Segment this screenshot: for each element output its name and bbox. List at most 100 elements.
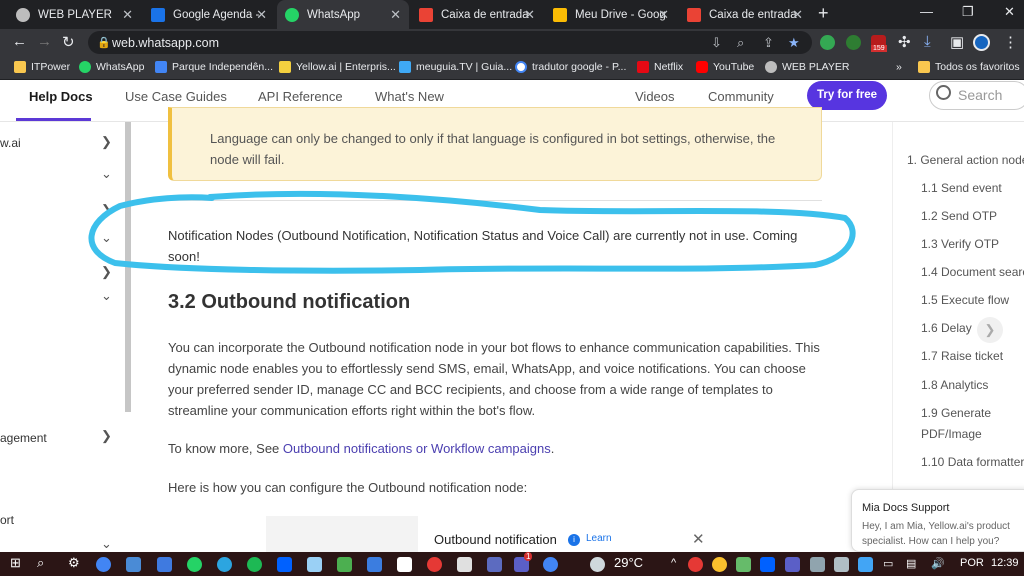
- tab-close-icon[interactable]: ✕: [792, 7, 803, 23]
- bookmark-itpower[interactable]: ITPower: [14, 61, 70, 73]
- toc-item[interactable]: 1. General action nodes: [907, 150, 1024, 171]
- install-app-icon[interactable]: ⇩: [711, 35, 722, 51]
- language-indicator[interactable]: POR: [960, 557, 984, 569]
- sidebar-item-label[interactable]: w.ai: [0, 136, 21, 150]
- nav-use-case-guides[interactable]: Use Case Guides: [125, 89, 227, 104]
- sidebar-item-label[interactable]: agement: [0, 431, 47, 445]
- toc-item[interactable]: 1.3 Verify OTP: [921, 234, 999, 255]
- app-icon[interactable]: [397, 557, 412, 572]
- settings-gear-icon[interactable]: ⚙: [68, 555, 80, 571]
- bookmark-all-favorites[interactable]: Todos os favoritos: [918, 61, 1020, 73]
- bookmark-parque[interactable]: Parque Independên...: [155, 61, 273, 73]
- tab-gmail-inbox-2[interactable]: Caixa de entrada ( ✕: [679, 0, 811, 29]
- telegram-icon[interactable]: [217, 557, 232, 572]
- app-icon[interactable]: [337, 557, 352, 572]
- share-icon[interactable]: ⇪: [763, 35, 774, 51]
- bookmark-tradutor[interactable]: tradutor google - P...: [515, 61, 626, 73]
- toc-item[interactable]: 1.8 Analytics: [921, 375, 988, 396]
- tray-icon[interactable]: [834, 557, 849, 572]
- chat-widget[interactable]: Mia Docs Support Hey, I am Mia, Yellow.a…: [851, 489, 1024, 552]
- toc-item[interactable]: PDF/Image: [921, 424, 982, 445]
- toc-item[interactable]: 1.4 Document search: [921, 262, 1024, 283]
- new-tab-button[interactable]: +: [818, 3, 829, 24]
- tray-icon[interactable]: [858, 557, 873, 572]
- back-icon[interactable]: ←: [12, 33, 27, 50]
- tab-google-agenda[interactable]: Google Agenda - S ✕: [143, 0, 275, 29]
- chrome-icon[interactable]: [96, 557, 111, 572]
- app-icon[interactable]: [126, 557, 141, 572]
- nav-help-docs[interactable]: Help Docs: [29, 89, 93, 104]
- tab-close-icon[interactable]: ✕: [122, 7, 133, 23]
- forward-icon[interactable]: →: [37, 33, 52, 50]
- tab-close-icon[interactable]: ✕: [390, 7, 401, 23]
- toc-item[interactable]: 1.1 Send event: [921, 178, 1002, 199]
- toc-item[interactable]: 1.10 Data formatter: [921, 452, 1024, 473]
- download-icon[interactable]: ⤓: [924, 33, 931, 50]
- app-icon[interactable]: [487, 557, 502, 572]
- toc-item[interactable]: 1.2 Send OTP: [921, 206, 997, 227]
- sidebar-scrollbar[interactable]: [125, 122, 131, 412]
- bookmark-youtube[interactable]: YouTube: [696, 61, 754, 73]
- tab-web-player[interactable]: WEB PLAYER ✕: [8, 0, 141, 29]
- bookmarks-overflow[interactable]: »: [896, 61, 902, 73]
- address-url[interactable]: web.whatsapp.com: [112, 36, 219, 50]
- search-icon[interactable]: ⌕: [37, 555, 44, 571]
- bookmark-webplayer[interactable]: WEB PLAYER: [765, 61, 850, 73]
- network-icon[interactable]: ▤: [906, 557, 916, 570]
- explorer-icon[interactable]: [157, 557, 172, 572]
- spotify-icon[interactable]: [247, 557, 262, 572]
- toc-item[interactable]: 1.6 Delay: [921, 318, 972, 339]
- tab-close-icon[interactable]: ✕: [256, 7, 267, 23]
- nav-whats-new[interactable]: What's New: [375, 89, 444, 104]
- toc-item[interactable]: 1.7 Raise ticket: [921, 346, 1003, 367]
- chevron-down-icon[interactable]: ⌄: [101, 288, 112, 304]
- cloud-tray-icon[interactable]: [810, 557, 825, 572]
- chevron-down-icon[interactable]: ⌄: [101, 166, 112, 182]
- chevron-right-icon[interactable]: ❯: [101, 264, 112, 280]
- menu-kebab-icon[interactable]: ⋮: [1003, 33, 1018, 51]
- extension-green-icon[interactable]: [846, 35, 861, 50]
- chevron-right-icon[interactable]: ❯: [101, 202, 112, 218]
- battery-icon[interactable]: ▭: [883, 557, 893, 570]
- toc-item[interactable]: 1.9 Generate: [921, 403, 991, 424]
- chevron-down-icon[interactable]: ⌄: [101, 230, 112, 246]
- side-panel-icon[interactable]: ▣: [950, 33, 964, 51]
- app-icon[interactable]: [427, 557, 442, 572]
- nav-community[interactable]: Community: [708, 89, 774, 104]
- bookmark-whatsapp[interactable]: WhatsApp: [79, 61, 144, 73]
- nav-api-reference[interactable]: API Reference: [258, 89, 343, 104]
- bookmark-star-icon[interactable]: ★: [788, 35, 800, 51]
- chevron-right-icon[interactable]: ❯: [101, 428, 112, 444]
- dropbox-tray-icon[interactable]: [760, 557, 775, 572]
- address-bar[interactable]: 🔒 web.whatsapp.com ⇩ ⌕ ⇪ ★: [88, 31, 812, 54]
- zoom-icon[interactable]: ⌕: [737, 35, 744, 51]
- extensions-puzzle-icon[interactable]: ✣: [898, 33, 911, 51]
- minimize-button[interactable]: —: [920, 4, 933, 19]
- bookmark-yellowai[interactable]: Yellow.ai | Enterpris...: [279, 61, 396, 73]
- toc-item[interactable]: 1.5 Execute flow: [921, 290, 1009, 311]
- tray-icon[interactable]: [688, 557, 703, 572]
- app-icon[interactable]: [367, 557, 382, 572]
- reload-icon[interactable]: ↻: [62, 33, 75, 51]
- window-close-button[interactable]: ✕: [1004, 4, 1015, 20]
- dropbox-icon[interactable]: [277, 557, 292, 572]
- chevron-right-icon[interactable]: ❯: [101, 134, 112, 150]
- windows-start-icon[interactable]: ⊞: [10, 555, 21, 571]
- clock[interactable]: 12:39: [991, 557, 1019, 569]
- tab-close-icon[interactable]: ✕: [658, 7, 669, 23]
- tray-icon[interactable]: [736, 557, 751, 572]
- profile-avatar[interactable]: [973, 34, 990, 51]
- tab-gmail-inbox[interactable]: Caixa de entrada ( ✕: [411, 0, 543, 29]
- learn-link[interactable]: Learn: [586, 533, 612, 544]
- search-input[interactable]: Search: [929, 81, 1024, 110]
- app-icon[interactable]: [307, 557, 322, 572]
- bookmark-netflix[interactable]: Netflix: [637, 61, 683, 73]
- app-icon[interactable]: [457, 557, 472, 572]
- try-for-free-button[interactable]: Try for free: [807, 81, 887, 110]
- tab-close-icon[interactable]: ✕: [524, 7, 535, 23]
- close-icon[interactable]: ✕: [692, 530, 705, 548]
- sidebar-item-label[interactable]: ort: [0, 513, 14, 527]
- teams-tray-icon[interactable]: [785, 557, 800, 572]
- chevron-right-icon[interactable]: ❯: [977, 317, 1003, 343]
- tab-whatsapp[interactable]: WhatsApp ✕: [277, 0, 409, 29]
